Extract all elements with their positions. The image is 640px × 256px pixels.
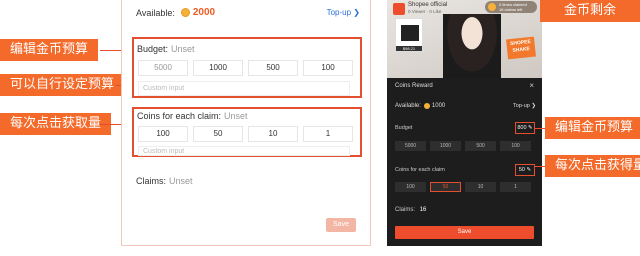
shop-stats: 0 Viewer · 0 Like [408, 9, 442, 14]
product-price: $98.21 [396, 46, 422, 51]
coins-claim-option[interactable]: 100 [138, 126, 188, 142]
phone-claims-label: Claims: [395, 207, 416, 213]
coins-claim-option[interactable]: 10 [248, 126, 298, 142]
close-icon[interactable]: × [529, 81, 534, 90]
phone-budget-option[interactable]: 1000 [430, 141, 461, 151]
phone-budget-label: Budget [395, 125, 413, 131]
shop-avatar [393, 3, 405, 15]
budget-option[interactable]: 100 [303, 60, 353, 76]
budget-options: 5000 1000 500 100 [138, 60, 360, 76]
budget-option[interactable]: 500 [248, 60, 298, 76]
available-row: Available: 2000 [136, 7, 215, 18]
live-stream-header: Shopee official 0 Viewer · 0 Like 0 time… [387, 0, 542, 78]
phone-available-label: Available: [395, 103, 421, 109]
coins-claim-status: Unset [224, 111, 248, 121]
phone-available-row: Available: 1000 [395, 103, 445, 109]
phone-claim-option[interactable]: 10 [465, 182, 496, 192]
callout-coins-claim: 每次点击获取量 [0, 113, 112, 135]
coins-claim-option[interactable]: 50 [193, 126, 243, 142]
phone-budget-options: 5000 1000 500 100 [395, 141, 531, 151]
shake-line2: SHAKE [512, 46, 531, 54]
topup-link[interactable]: Top-up ❯ [327, 8, 360, 17]
phone-claim-option[interactable]: 1 [500, 182, 531, 192]
phone-topup-link[interactable]: Top-up ❯ [513, 103, 536, 109]
coin-icon [180, 8, 190, 17]
phone-claim-options: 100 50 10 1 [395, 182, 531, 192]
coins-settings-panel: Available: 2000 Top-up ❯ Budget: Unset 50… [121, 0, 371, 246]
phone-claims-value: 16 [419, 207, 427, 213]
callout-line [535, 128, 545, 129]
phone-claim-edit[interactable]: 50 ✎ [515, 164, 535, 176]
claims-label: Claims: [136, 176, 167, 186]
coins-claim-section: Coins for each claim: Unset 100 50 10 1 C… [132, 107, 362, 157]
phone-claim-label: Coins for each claim [395, 167, 445, 173]
callout-phone-edit-budget: 编辑金币预算 [545, 117, 640, 139]
coins-claim-label: Coins for each claim: [137, 111, 222, 121]
phone-claim-option-selected[interactable]: 50 [430, 182, 461, 192]
phone-save-button[interactable]: Save [395, 226, 534, 239]
callout-coin-balance: 金币剩余 [540, 0, 640, 22]
budget-status: Unset [171, 44, 195, 54]
phone-budget-option[interactable]: 500 [465, 141, 496, 151]
available-label: Available: [136, 7, 175, 18]
coins-pill-line2: 16 claims left [499, 7, 523, 12]
budget-section: Budget: Unset 5000 1000 500 100 Custom in… [132, 37, 362, 98]
phone-budget-option[interactable]: 100 [500, 141, 531, 151]
coins-claim-custom-input[interactable]: Custom input [138, 146, 350, 156]
budget-option[interactable]: 5000 [138, 60, 188, 76]
coins-claim-label-row: Coins for each claim: Unset [137, 111, 360, 121]
callout-edit-budget: 编辑金币预算 [0, 39, 99, 61]
budget-option[interactable]: 1000 [193, 60, 243, 76]
shop-name: Shopee official [408, 2, 448, 8]
phone-preview: Shopee official 0 Viewer · 0 Like 0 time… [387, 0, 542, 246]
phone-available-amount: 1000 [431, 103, 446, 109]
coins-claim-option[interactable]: 1 [303, 126, 353, 142]
product-card[interactable]: $98.21 [395, 18, 423, 52]
callout-line [535, 166, 545, 167]
claims-row: Claims: Unset [136, 176, 193, 186]
budget-custom-input[interactable]: Custom input [138, 81, 350, 96]
budget-label: Budget: [137, 44, 169, 54]
phone-budget-edit[interactable]: 800 ✎ [515, 122, 535, 134]
streamer-image [443, 14, 501, 78]
coins-claim-options: 100 50 10 1 [138, 126, 360, 142]
callout-phone-coins-claim: 每次点击获得量 [545, 155, 640, 177]
sheet-title: Coins Reward [395, 83, 433, 89]
phone-budget-option[interactable]: 5000 [395, 141, 426, 151]
callout-custom-budget: 可以自行设定预算 [0, 74, 125, 96]
save-button[interactable]: Save [326, 218, 356, 232]
coin-icon [488, 3, 496, 11]
coin-icon [423, 103, 430, 109]
shopee-shake-badge: SHOPEE SHAKE [506, 36, 536, 60]
stage: 编辑金币预算 可以自行设定预算 每次点击获取量 Available: 2000 … [0, 0, 640, 256]
budget-label-row: Budget: Unset [137, 44, 360, 54]
available-amount: 2000 [192, 7, 216, 18]
claims-status: Unset [169, 176, 193, 186]
phone-claim-option[interactable]: 100 [395, 182, 426, 192]
phone-claims-row: Claims: 16 [395, 207, 426, 213]
coins-claimed-pill: 0 times claimed 16 claims left [485, 1, 537, 13]
tshirt-image [401, 25, 419, 41]
